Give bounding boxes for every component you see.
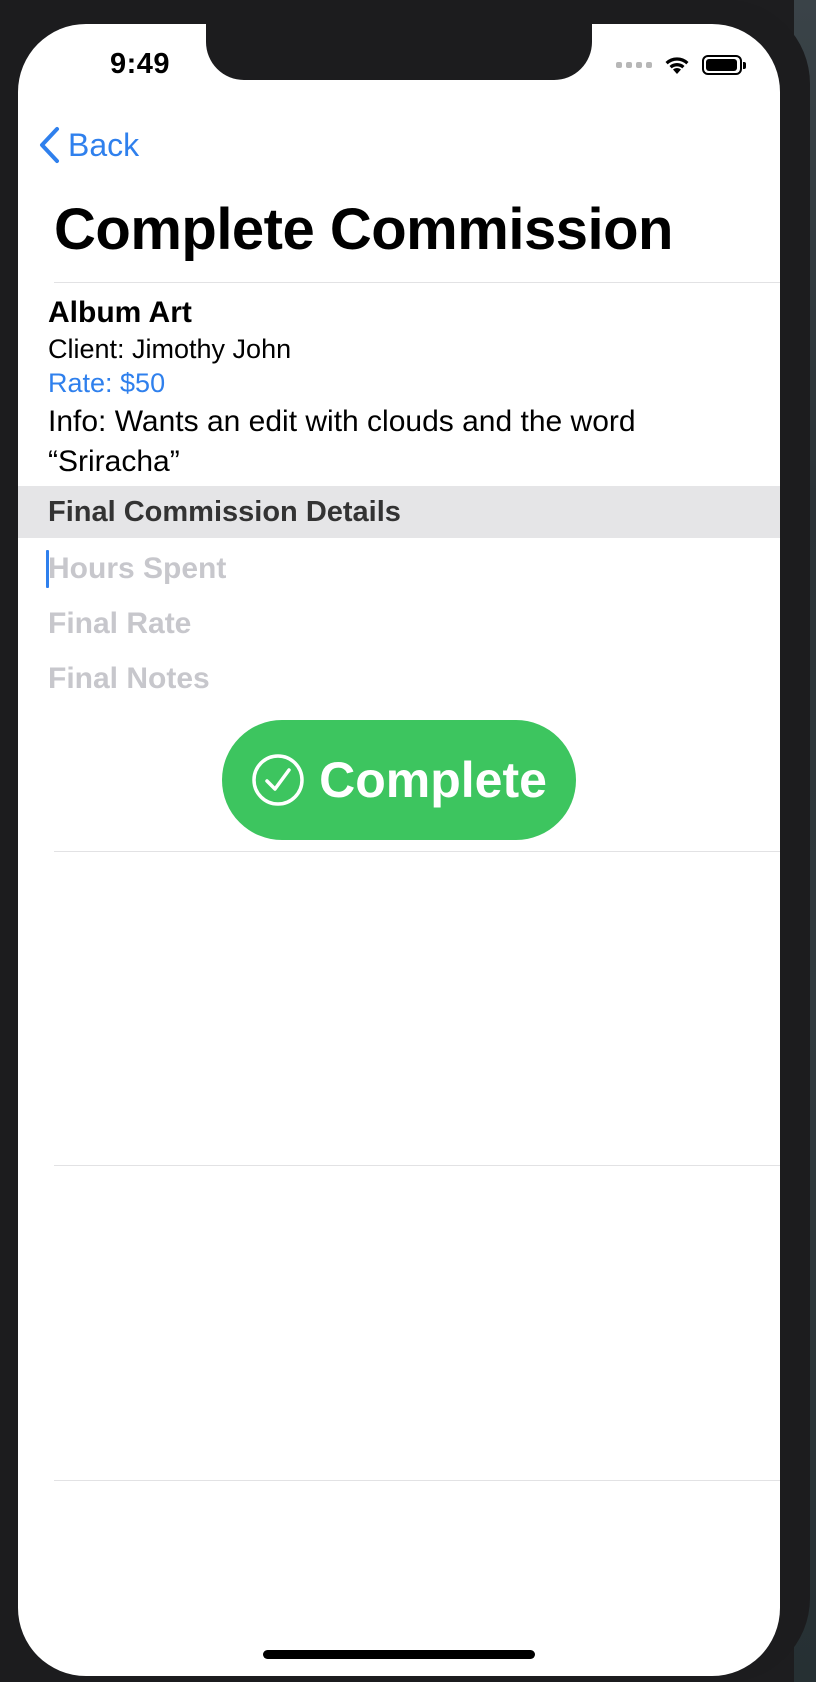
status-time: 9:49 — [109, 48, 171, 80]
list-row-divider — [54, 1480, 780, 1481]
final-rate-input[interactable] — [48, 602, 728, 646]
back-button[interactable]: Back — [38, 126, 139, 164]
commission-rate: Rate: $50 — [48, 368, 166, 398]
list-row-divider — [54, 1165, 780, 1166]
title-divider — [54, 282, 780, 283]
device-frame: 9:49 Back Complete Commission Album Art … — [0, 0, 810, 1682]
status-indicators — [616, 54, 746, 76]
commission-info: Info: Wants an edit with clouds and the … — [48, 405, 636, 478]
commission-title: Album Art — [48, 296, 192, 329]
section-header-final-details: Final Commission Details — [18, 486, 780, 538]
complete-button-label: Complete — [319, 752, 547, 808]
final-notes-input[interactable] — [48, 657, 728, 701]
chevron-left-icon — [40, 127, 59, 163]
app-screen: 9:49 Back Complete Commission Album Art … — [18, 24, 780, 1676]
hours-spent-input[interactable] — [48, 547, 728, 591]
complete-button[interactable]: Complete — [222, 720, 576, 840]
commission-summary: Album Art Client: Jimothy John Rate: $50… — [48, 294, 748, 482]
home-indicator[interactable] — [263, 1650, 535, 1659]
page-title: Complete Commission — [54, 197, 673, 262]
checkmark-circle-icon — [252, 754, 304, 806]
list-row-divider — [54, 851, 780, 852]
commission-client: Client: Jimothy John — [48, 334, 292, 364]
wifi-icon — [665, 57, 689, 74]
section-header-label: Final Commission Details — [48, 495, 401, 528]
back-label: Back — [68, 126, 140, 163]
cellular-signal-icon — [616, 62, 652, 68]
device-notch — [206, 24, 592, 80]
battery-icon — [702, 55, 746, 75]
